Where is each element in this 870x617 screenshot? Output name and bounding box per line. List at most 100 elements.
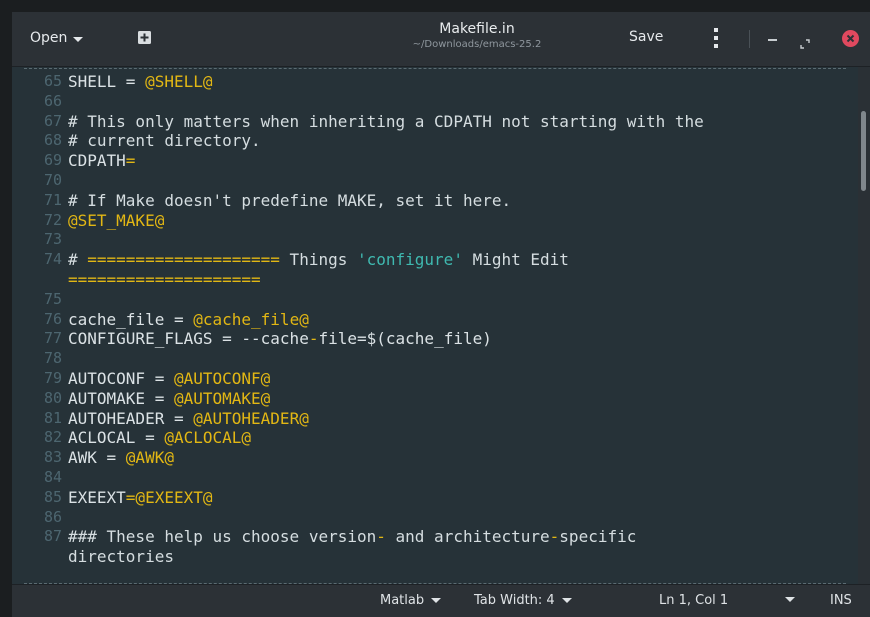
- close-icon: [846, 34, 855, 43]
- code-token: # This only matters when inheriting a CD…: [68, 111, 704, 131]
- code-token: @cache_file@: [193, 309, 309, 329]
- code-token: @AWK@: [125, 448, 174, 468]
- code-token: #: [68, 250, 88, 270]
- language-selector[interactable]: Matlab: [380, 593, 442, 608]
- code-text: AUTOHEADER = @AUTOHEADER@: [68, 409, 309, 429]
- line-number: 65: [43, 72, 62, 90]
- line-number: 82: [43, 428, 62, 447]
- chevron-down-icon: [73, 36, 84, 42]
- scroll-thumb[interactable]: [861, 111, 866, 191]
- code-token: =: [125, 151, 136, 171]
- code-token: directories: [68, 547, 174, 567]
- file-path: ~/Downloads/emacs-25.2: [412, 39, 542, 50]
- code-token: 'configure': [356, 250, 463, 270]
- line-number: 80: [43, 388, 62, 407]
- tab-width-label: Tab Width: 4: [474, 593, 555, 608]
- code-token: @SET_MAKE@: [68, 210, 165, 230]
- code-token: -: [376, 527, 386, 547]
- code-text: AWK = @AWK@: [68, 448, 174, 468]
- code-token: @AUTOCONF@: [173, 368, 271, 388]
- code-token: CDPATH: [68, 151, 126, 171]
- code-token: EXEEXT: [68, 487, 126, 507]
- line-number: 78: [43, 349, 62, 368]
- code-token: cache_file =: [68, 309, 194, 329]
- code-token: @ACLOCAL@: [164, 428, 252, 448]
- code-text: EXEEXT=@EXEEXT@: [68, 488, 213, 508]
- code-token: ====================: [68, 269, 261, 289]
- insert-mode-label: INS: [830, 593, 852, 608]
- header-separator: [749, 30, 750, 48]
- open-label: Open: [30, 30, 68, 46]
- line-number: 86: [43, 507, 62, 526]
- code-token: AUTOHEADER =: [68, 408, 194, 428]
- line-number: 83: [43, 448, 62, 467]
- maximize-button[interactable]: [800, 34, 810, 49]
- line-number: 69: [43, 151, 62, 170]
- code-token: @AUTOHEADER@: [193, 408, 309, 428]
- line-number: 85: [43, 487, 62, 506]
- code-text: directories: [68, 547, 174, 567]
- line-number: 87: [43, 527, 62, 546]
- code-text: ### These help us choose version- and ar…: [68, 527, 636, 547]
- cursor-position[interactable]: Ln 1, Col 1: [659, 593, 728, 608]
- line-number: 79: [43, 368, 62, 387]
- code-token: AUTOMAKE =: [68, 388, 174, 408]
- code-token: Might Edit: [462, 250, 569, 270]
- code-token: SHELL =: [68, 72, 146, 91]
- line-number: 67: [43, 111, 62, 130]
- code-text: AUTOCONF = @AUTOCONF@: [68, 369, 270, 389]
- code-token: ### These help us choose version: [68, 527, 377, 547]
- minimize-icon[interactable]: [768, 39, 777, 41]
- line-number: 84: [43, 467, 62, 486]
- language-label: Matlab: [380, 593, 425, 608]
- menu-dots-icon: [714, 28, 718, 48]
- tab-width-selector[interactable]: Tab Width: 4: [474, 593, 572, 608]
- chevron-down-icon: [561, 598, 572, 603]
- code-text: SHELL = @SHELL@: [68, 72, 213, 92]
- line-number: 77: [43, 329, 62, 348]
- line-number: 68: [43, 131, 62, 150]
- code-token: ACLOCAL =: [68, 428, 165, 448]
- chevron-down-icon: [785, 597, 795, 602]
- line-number: 76: [43, 309, 62, 328]
- new-document-button[interactable]: [136, 29, 154, 47]
- code-token: # current directory.: [68, 131, 261, 151]
- code-token: @SHELL@: [145, 72, 213, 91]
- code-token: @AUTOMAKE@: [173, 388, 271, 408]
- status-bar: Matlab Tab Width: 4 Ln 1, Col 1 INS: [12, 584, 870, 617]
- insert-mode[interactable]: INS: [830, 593, 852, 608]
- text-editor[interactable]: 65 SHELL = @SHELL@ 66 67 # This only matters…: [12, 67, 858, 584]
- vertical-scrollbar[interactable]: [858, 67, 870, 584]
- line-number: 72: [43, 210, 62, 229]
- code-token: -: [549, 527, 560, 547]
- line-number: 81: [43, 408, 62, 427]
- top-fade-border: [24, 68, 846, 69]
- code-token: AUTOCONF =: [68, 368, 174, 388]
- save-button[interactable]: Save: [629, 29, 663, 45]
- code-text: CONFIGURE_FLAGS = --cache-file=$(cache_f…: [68, 329, 492, 349]
- code-token: CONFIGURE_FLAGS = --cache: [68, 329, 309, 349]
- code-token: ====================: [87, 250, 280, 270]
- line-number: 73: [43, 230, 62, 249]
- code-token: file=$(cache_file): [318, 329, 492, 349]
- file-title: Makefile.in: [439, 21, 515, 37]
- code-token: # If Make doesn't predefine MAKE, set it…: [68, 190, 512, 210]
- line-number: 75: [43, 289, 62, 308]
- line-number: 70: [43, 170, 62, 189]
- new-document-icon: [138, 31, 151, 44]
- line-number: 74: [43, 250, 62, 269]
- menu-button[interactable]: [712, 26, 720, 50]
- code-text: # If Make doesn't predefine MAKE, set it…: [68, 191, 511, 211]
- code-token: =@EXEEXT@: [125, 487, 213, 507]
- header-bar: Open Makefile.in ~/Downloads/emacs-25.2 …: [12, 12, 870, 67]
- code-text: # ==================== Things 'configure…: [68, 250, 569, 270]
- line-number: 71: [43, 190, 62, 209]
- cursor-position-label: Ln 1, Col 1: [659, 593, 729, 608]
- code-token: and architecture: [385, 527, 550, 547]
- position-menu-button[interactable]: [785, 597, 795, 602]
- code-text: @SET_MAKE@: [68, 211, 164, 231]
- code-token: AWK =: [68, 448, 126, 468]
- close-button[interactable]: [842, 30, 859, 47]
- code-text: AUTOMAKE = @AUTOMAKE@: [68, 389, 270, 409]
- open-button[interactable]: Open: [30, 25, 84, 51]
